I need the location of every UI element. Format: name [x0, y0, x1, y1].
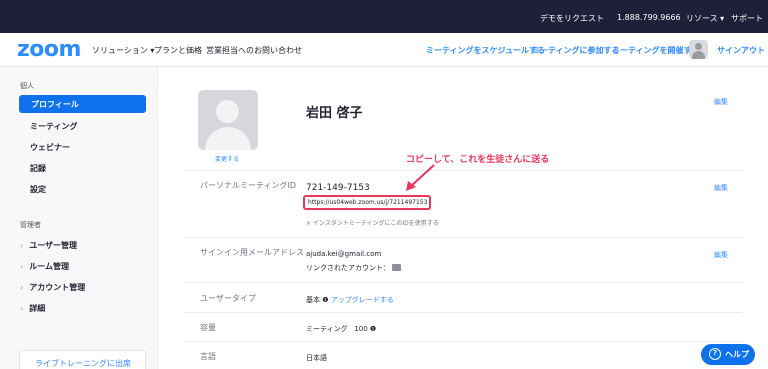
annotation-arrow-icon	[406, 164, 435, 191]
divider	[183, 312, 743, 313]
edit-pmi-link[interactable]: 編集	[714, 183, 728, 193]
sidebar-item-account-management[interactable]: › アカウント管理	[20, 282, 85, 293]
personal-section-header: 個人	[20, 82, 34, 90]
capacity-label: 容量	[200, 323, 216, 332]
profile-panel: 変更する 岩田 啓子 編集 パーソナルミーティングID 721-149-7153…	[158, 67, 768, 369]
divider	[183, 341, 743, 342]
divider	[183, 282, 743, 283]
pmi-value: 721-149-7153	[306, 183, 370, 193]
sidebar-item-settings[interactable]: 設定	[30, 184, 46, 195]
chevron-right-icon: ›	[20, 241, 24, 250]
user-type-value: 基本 ❶ アップグレードする	[306, 296, 394, 304]
sidebar: 個人 プロフィール ミーティング ウェビナー 記録 設定 管理者 › ユーザー管理…	[0, 67, 158, 369]
top-utility-bar: デモをリクエスト 1.888.799.9666 リソース ▾ サポート	[0, 0, 768, 33]
plans-link[interactable]: プランと価格	[154, 45, 202, 56]
sidebar-item-recordings[interactable]: 記録	[30, 163, 46, 174]
profile-picture[interactable]	[198, 90, 258, 150]
language-label: 言語	[200, 352, 216, 361]
solutions-menu[interactable]: ソリューション ▾	[92, 45, 154, 56]
chevron-right-icon: ›	[20, 304, 24, 313]
question-icon: ?	[709, 348, 721, 360]
profile-name: 岩田 啓子	[306, 106, 363, 121]
request-demo-link[interactable]: デモをリクエスト	[540, 13, 604, 24]
divider	[183, 170, 743, 171]
resources-menu[interactable]: リソース ▾	[686, 13, 724, 24]
user-type-label: ユーザータイプ	[200, 294, 256, 303]
sidebar-item-profile[interactable]: プロフィール	[19, 95, 146, 113]
upgrade-link[interactable]: アップグレードする	[331, 296, 394, 304]
admin-section-header: 管理者	[20, 221, 41, 229]
sidebar-item-room-management[interactable]: › ルーム管理	[20, 261, 69, 272]
main-navigation: zoom ソリューション ▾ プランと価格 営業担当へのお問い合わせ ミーティン…	[0, 33, 768, 67]
sidebar-item-user-management[interactable]: › ユーザー管理	[20, 240, 77, 251]
sidebar-item-advanced[interactable]: › 詳細	[20, 303, 45, 314]
pmi-url-highlight: https://us04web.zoom.us/j/7211497153	[303, 195, 431, 210]
pmi-url[interactable]: https://us04web.zoom.us/j/7211497153	[308, 199, 427, 206]
mail-icon	[392, 264, 401, 271]
sidebar-item-webinars[interactable]: ウェビナー	[30, 142, 70, 153]
email-label: サインイン用メールアドレス	[200, 248, 304, 257]
pmi-label: パーソナルミーティングID	[200, 181, 297, 190]
chevron-right-icon: ›	[20, 262, 24, 271]
info-icon: ❶	[369, 325, 377, 333]
chevron-right-icon: ›	[20, 283, 24, 292]
language-value: 日本語	[306, 354, 327, 362]
schedule-meeting-link[interactable]: ミーティングをスケジュールする	[426, 45, 545, 56]
edit-email-link[interactable]: 編集	[714, 250, 728, 260]
help-button[interactable]: ? ヘルプ	[701, 344, 755, 365]
live-training-button[interactable]: ライブトレーニングに出席	[19, 350, 146, 369]
edit-name-link[interactable]: 編集	[714, 97, 728, 107]
sidebar-item-meetings[interactable]: ミーティング	[30, 121, 78, 132]
support-link[interactable]: サポート	[731, 13, 763, 24]
divider	[183, 237, 743, 238]
phone-link[interactable]: 1.888.799.9666	[617, 13, 681, 22]
zoom-logo[interactable]: zoom	[17, 38, 81, 62]
linked-accounts: リンクされたアカウント：	[306, 263, 401, 273]
sidebar-item-label: プロフィール	[31, 100, 79, 109]
pmi-instant-note: × インスタントミーティングにこのIDを使用する	[306, 220, 439, 227]
join-meeting-link[interactable]: ミーティングに参加する	[532, 45, 620, 56]
user-avatar[interactable]	[689, 40, 708, 59]
help-icon: ❶	[322, 296, 329, 304]
contact-sales-link[interactable]: 営業担当へのお問い合わせ	[206, 45, 302, 56]
capacity-value: ミーティング 100 ❶	[306, 325, 377, 333]
change-picture-link[interactable]: 変更する	[215, 154, 239, 163]
sign-out-link[interactable]: サインアウト	[717, 45, 765, 56]
email-value: ajuda.kei@gmail.com	[306, 250, 382, 258]
